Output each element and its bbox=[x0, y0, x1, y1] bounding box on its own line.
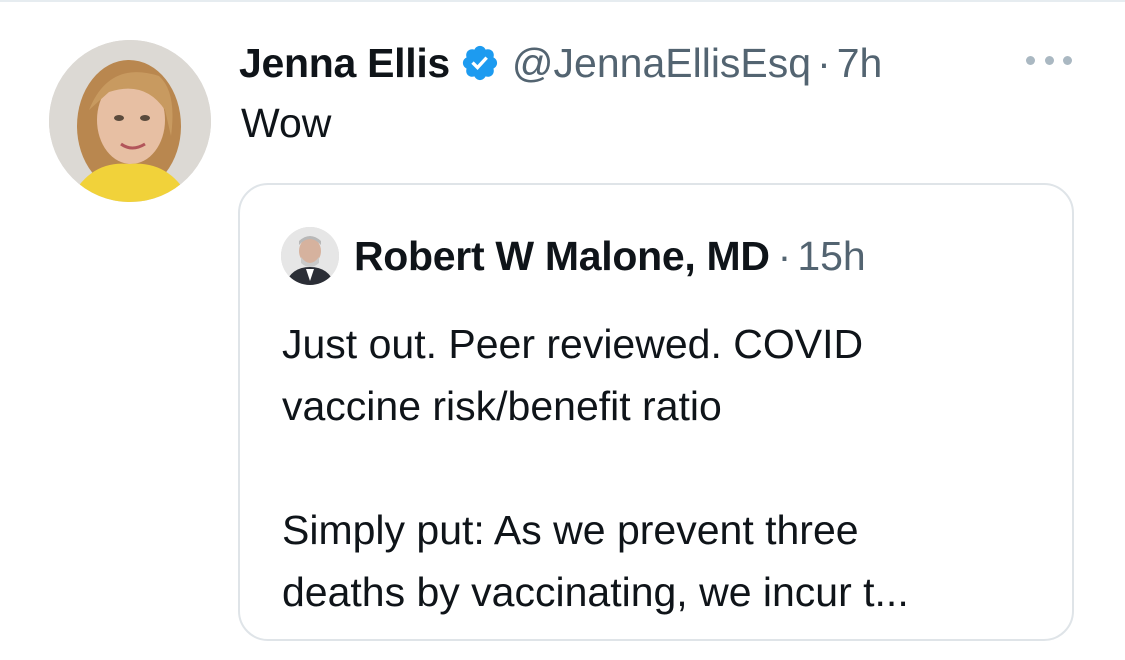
handle[interactable]: @JennaEllisEsq bbox=[512, 40, 811, 87]
tweet-header: Jenna Ellis @JennaEllisEsq · 7h bbox=[239, 35, 882, 91]
quoted-avatar bbox=[281, 227, 339, 285]
more-dot bbox=[1044, 55, 1054, 65]
tweet-text: Wow bbox=[241, 100, 332, 146]
quoted-display-name[interactable]: Robert W Malone, MD bbox=[354, 233, 770, 280]
verified-badge-icon bbox=[460, 43, 500, 83]
quoted-text-line: Just out. Peer reviewed. COVID bbox=[282, 321, 864, 367]
more-options-icon[interactable] bbox=[1026, 50, 1072, 70]
top-divider bbox=[0, 0, 1125, 2]
avatar-image bbox=[49, 40, 211, 202]
more-dot bbox=[1026, 55, 1035, 65]
quoted-timestamp: 15h bbox=[797, 232, 866, 279]
display-name[interactable]: Jenna Ellis bbox=[239, 40, 450, 87]
more-dot bbox=[1063, 55, 1072, 65]
separator-dot: · bbox=[817, 39, 831, 86]
avatar[interactable] bbox=[49, 40, 211, 202]
timestamp[interactable]: 7h bbox=[837, 40, 883, 87]
quoted-tweet-card[interactable]: Robert W Malone, MD · 15h Just out. Peer… bbox=[238, 183, 1074, 641]
quoted-tweet-text: Just out. Peer reviewed. COVID vaccine r… bbox=[282, 313, 1042, 623]
quoted-separator-dot: · bbox=[777, 232, 792, 279]
quoted-text-line: vaccine risk/benefit ratio bbox=[282, 383, 722, 429]
quoted-text-line: deaths by vaccinating, we incur t... bbox=[282, 569, 909, 615]
quoted-text-line: Simply put: As we prevent three bbox=[282, 507, 859, 553]
quoted-tweet-header: Robert W Malone, MD · 15h bbox=[354, 228, 866, 284]
quoted-avatar-image bbox=[281, 227, 339, 285]
